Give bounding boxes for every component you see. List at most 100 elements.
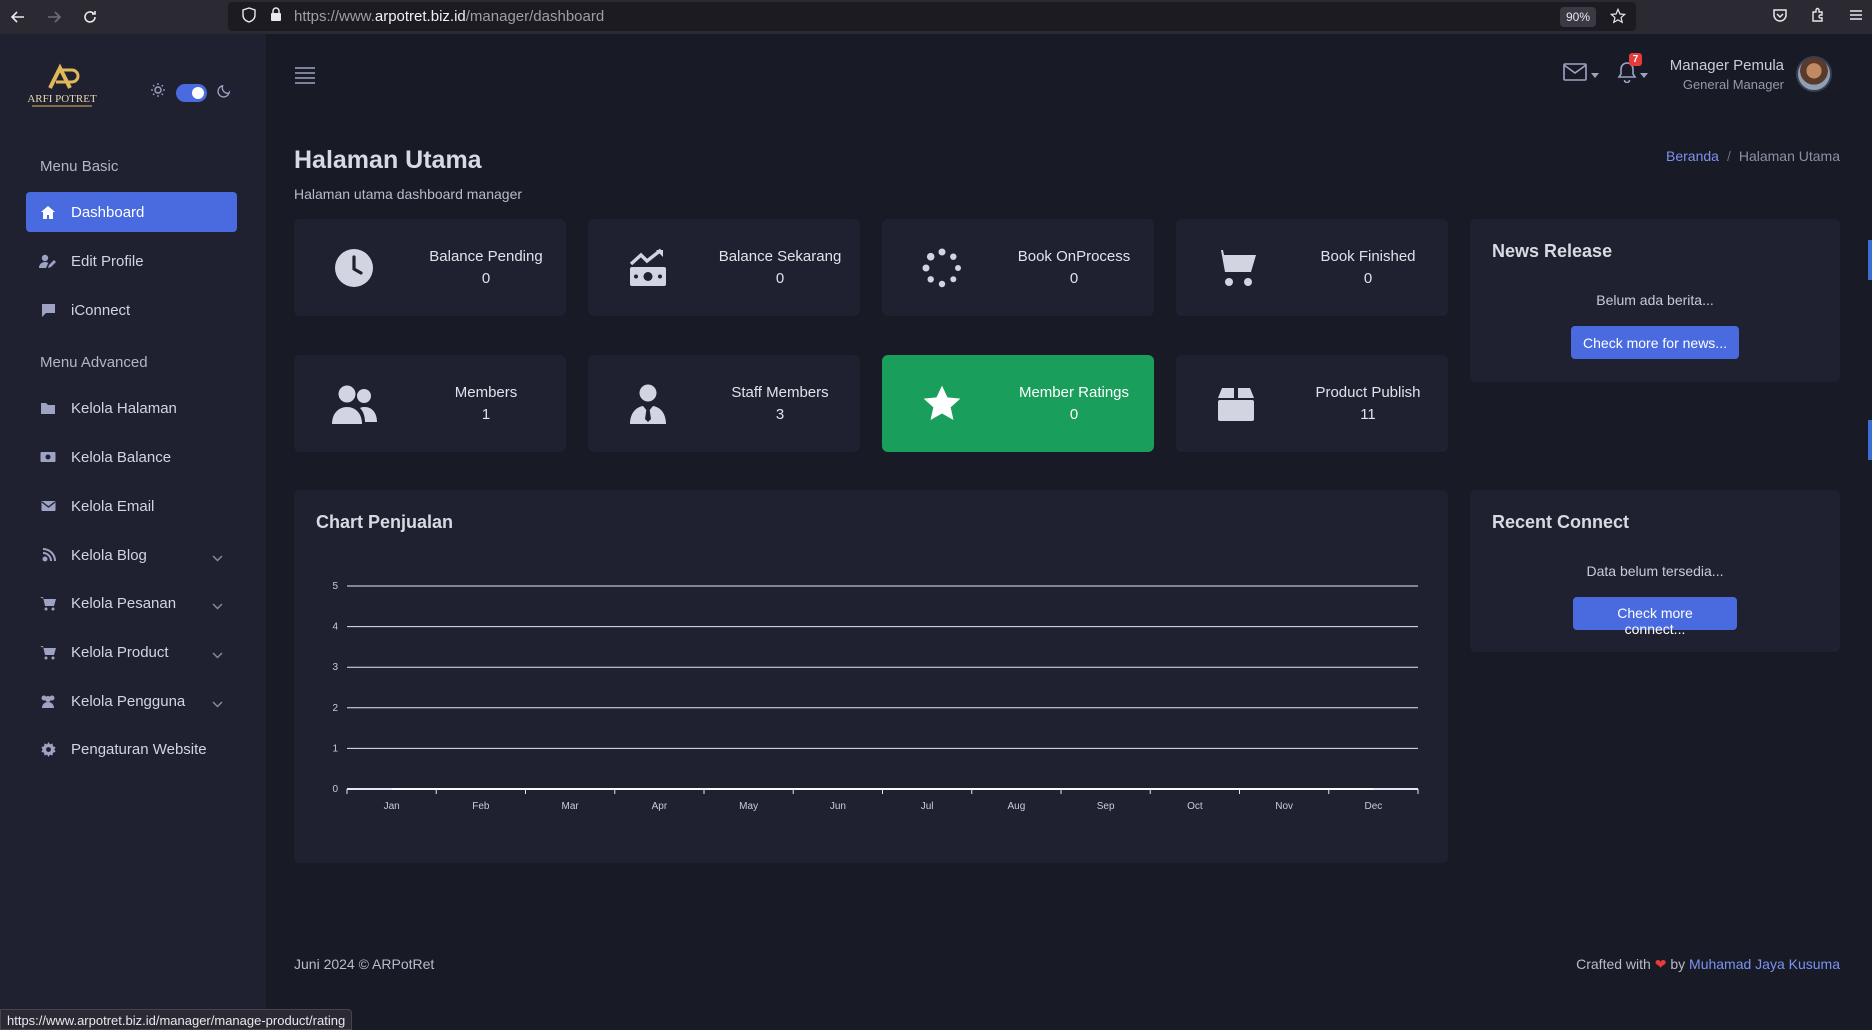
y-tick-label: 1 — [332, 743, 338, 754]
pocket-icon[interactable] — [1772, 7, 1788, 28]
sidebar-item-kelola-email[interactable]: Kelola Email — [26, 486, 237, 526]
logo-wordmark: ARFI POTRET — [27, 93, 97, 105]
user-menu[interactable]: Manager Pemula General Manager — [1670, 57, 1784, 92]
url-host: arpotret.biz.id — [374, 8, 466, 25]
menu-basic-header: Menu Basic — [40, 158, 119, 175]
theme-switch[interactable] — [150, 82, 232, 103]
x-tick-label: Jan — [384, 801, 400, 812]
stat-label: Balance Pending — [429, 248, 543, 265]
star-icon — [882, 384, 1002, 424]
check-connect-button[interactable]: Check more connect... — [1573, 597, 1737, 637]
heart-icon: ❤ — [1654, 956, 1667, 972]
sidebar-item-dashboard[interactable]: Dashboard — [26, 192, 237, 232]
x-tick-label: Dec — [1364, 801, 1382, 812]
stat-card-product-publish[interactable]: Product Publish 11 — [1176, 355, 1448, 452]
chart-penjualan-panel: Chart Penjualan 0 1 2 3 4 5 Jan Feb Mar Apr May Jun… — [294, 490, 1448, 863]
y-tick-label: 5 — [332, 581, 338, 592]
bookmark-star-icon[interactable] — [1609, 7, 1627, 28]
stat-card-members[interactable]: Members 1 — [294, 355, 566, 452]
caret-down-icon — [1590, 65, 1599, 83]
stat-card-staff-members[interactable]: Staff Members 3 — [588, 355, 860, 452]
sidebar: ARFI POTRET Menu Basic Dashboard Edit Pr… — [0, 34, 266, 1030]
hamburger-icon[interactable] — [294, 66, 316, 89]
sidebar-item-label: Pengaturan Website — [71, 740, 207, 758]
sidebar-item-label: iConnect — [71, 301, 131, 319]
back-icon[interactable] — [0, 0, 36, 34]
money-icon — [39, 448, 57, 466]
sidebar-item-kelola-pengguna[interactable]: Kelola Pengguna — [26, 681, 237, 721]
user-role: General Manager — [1682, 76, 1784, 92]
stat-card-member-ratings[interactable]: Member Ratings 0 — [882, 355, 1154, 452]
stat-card-balance-sekarang[interactable]: Balance Sekarang 0 — [588, 219, 860, 316]
footer-crafted-text: Crafted with — [1576, 956, 1651, 972]
menu-advanced-header: Menu Advanced — [40, 354, 148, 371]
news-release-panel: News Release Belum ada berita... Check m… — [1470, 219, 1840, 382]
extensions-icon[interactable] — [1810, 7, 1826, 28]
recent-connect-title: Recent Connect — [1492, 512, 1630, 532]
sales-line-chart: 0 1 2 3 4 5 Jan Feb Mar Apr May Jun Jul Aug Sep Oct Nov D… — [332, 581, 1419, 812]
author-link[interactable]: Muhamad Jaya Kusuma — [1689, 956, 1840, 972]
comment-icon — [39, 301, 57, 319]
stat-value: 0 — [1069, 406, 1079, 423]
avatar[interactable] — [1796, 56, 1832, 92]
sidebar-item-label: Kelola Email — [71, 497, 155, 515]
x-tick-label: Aug — [1007, 801, 1025, 812]
y-tick-label: 4 — [332, 622, 338, 633]
zoom-level[interactable]: 90% — [1559, 7, 1596, 27]
x-tick-label: Oct — [1187, 801, 1203, 812]
footer-by-text: by — [1670, 956, 1686, 972]
x-tick-label: Apr — [652, 801, 668, 812]
stat-value: 0 — [481, 270, 491, 287]
sidebar-item-kelola-balance[interactable]: Kelola Balance — [26, 437, 237, 477]
theme-toggle[interactable] — [176, 83, 207, 102]
y-tick-label: 2 — [332, 703, 338, 714]
x-tick-label: Jun — [830, 801, 846, 812]
sidebar-item-kelola-product[interactable]: Kelola Product — [26, 632, 237, 672]
sidebar-item-edit-profile[interactable]: Edit Profile — [26, 241, 237, 281]
x-tick-label: Jul — [921, 801, 934, 812]
sidebar-item-kelola-pesanan[interactable]: Kelola Pesanan — [26, 583, 237, 623]
reload-icon[interactable] — [72, 0, 108, 34]
brand-logo[interactable]: ARFI POTRET — [26, 62, 98, 110]
notifications-dropdown[interactable]: 7 — [1617, 52, 1648, 88]
chevron-down-icon — [212, 597, 223, 614]
messages-dropdown[interactable] — [1562, 62, 1599, 86]
forward-icon[interactable] — [36, 0, 72, 34]
url-prefix: https://www. — [294, 8, 375, 25]
sun-icon[interactable] — [150, 82, 166, 103]
lock-icon[interactable] — [270, 7, 282, 26]
sidebar-item-label: Kelola Pesanan — [71, 594, 177, 612]
breadcrumb-home-link[interactable]: Beranda — [1666, 148, 1719, 164]
stat-card-balance-pending[interactable]: Balance Pending 0 — [294, 219, 566, 316]
cart-icon — [39, 594, 57, 612]
sidebar-item-pengaturan-website[interactable]: Pengaturan Website — [26, 729, 237, 769]
gear-icon — [39, 740, 57, 758]
stat-label: Members — [454, 384, 518, 401]
cart-icon — [1176, 248, 1296, 288]
cart-icon — [39, 643, 57, 661]
sidebar-item-kelola-blog[interactable]: Kelola Blog — [26, 535, 237, 575]
clock-icon — [294, 248, 414, 288]
users-icon — [39, 692, 57, 710]
stat-card-book-finished[interactable]: Book Finished 0 — [1176, 219, 1448, 316]
address-bar[interactable]: https://www. arpotret.biz.id/manager/dash… — [228, 2, 1636, 31]
page-title: Halaman Utama — [294, 146, 482, 174]
y-tick-label: 3 — [332, 662, 338, 673]
scrollbar-marker — [1868, 240, 1872, 280]
breadcrumb: Beranda / Halaman Utama — [1666, 148, 1840, 164]
shield-icon[interactable] — [242, 6, 256, 27]
users-icon — [294, 384, 414, 424]
user-tie-icon — [588, 384, 708, 424]
moon-icon[interactable] — [217, 83, 232, 103]
sidebar-item-iconnect[interactable]: iConnect — [26, 290, 237, 330]
stat-card-book-onprocess[interactable]: Book OnProcess 0 — [882, 219, 1154, 316]
chevron-down-icon — [212, 646, 223, 663]
check-news-button[interactable]: Check more for news... — [1571, 326, 1739, 359]
user-edit-icon — [39, 252, 57, 270]
sidebar-item-kelola-halaman[interactable]: Kelola Halaman — [26, 388, 237, 428]
x-tick-label: May — [739, 801, 758, 812]
menu-icon[interactable] — [1848, 7, 1864, 28]
breadcrumb-current: Halaman Utama — [1738, 148, 1840, 164]
stat-value: 0 — [775, 270, 785, 287]
sidebar-item-label: Kelola Halaman — [71, 399, 177, 417]
